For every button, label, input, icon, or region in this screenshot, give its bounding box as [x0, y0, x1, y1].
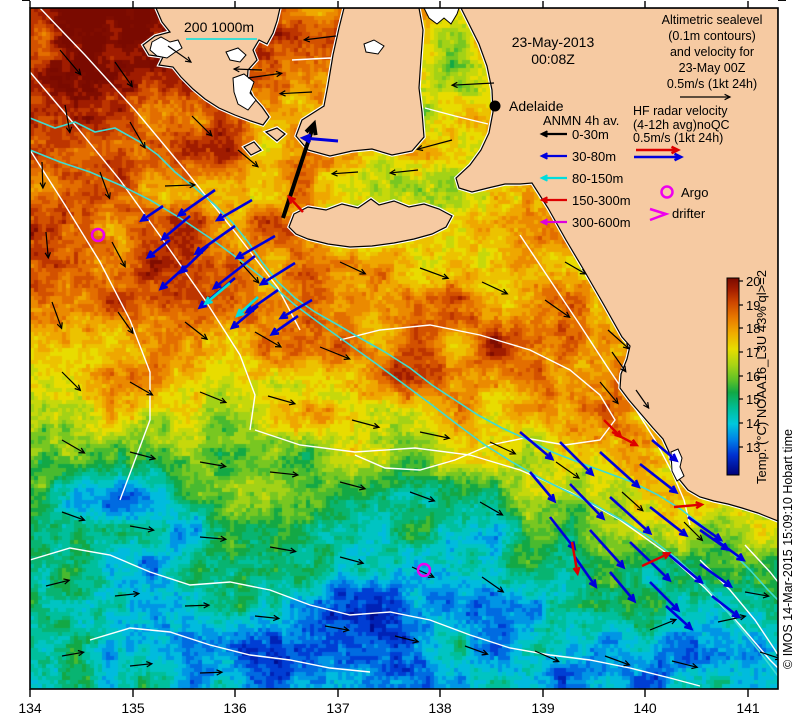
- geostrophic-arrow: [129, 121, 146, 149]
- geostrophic-arrow: [555, 461, 580, 479]
- sealevel-contour-line: [699, 559, 778, 656]
- city-label: Adelaide: [509, 98, 564, 114]
- geostrophic-arrow: [339, 261, 366, 275]
- sealevel-contour-line: [744, 544, 778, 583]
- geostrophic-arrow: [59, 49, 82, 75]
- alt-line-5: 0.5m/s (1kt 24h): [667, 77, 757, 91]
- y-tick-label: -39: [0, 0, 19, 3]
- geostrophic-arrow: [191, 115, 213, 137]
- sealevel-contour-line: [30, 149, 151, 501]
- geostrophic-arrow: [481, 281, 508, 295]
- geostrophic-arrow: [332, 171, 359, 175]
- geostrophic-arrow: [99, 171, 111, 199]
- hf-radar-arrow: [667, 553, 703, 584]
- hf-radar-arrow: [559, 441, 594, 476]
- hf-line-2: (4-12h avg)noQC: [633, 118, 730, 132]
- hf-radar-arrow: [529, 471, 556, 502]
- map-overlay: 200 1000m 23-May-2013 00:08Z Adelaide AN…: [0, 0, 795, 716]
- hf-radar-arrow: [599, 451, 640, 488]
- hf-radar-arrow: [194, 224, 236, 255]
- geostrophic-arrow: [611, 351, 627, 373]
- geostrophic-arrow: [489, 441, 516, 455]
- date-line2: 00:08Z: [531, 51, 575, 67]
- hf-line-1: HF radar velocity: [633, 104, 728, 118]
- geostrophic-arrow: [649, 618, 677, 631]
- hf-radar-arrow: [589, 529, 625, 569]
- x-tick-label: 135: [121, 700, 145, 716]
- hf-radar-arrow: [715, 538, 745, 562]
- geostrophic-arrow: [481, 576, 504, 593]
- hf-radar-arrow: [699, 562, 732, 588]
- hf-radar-arrow: [687, 515, 722, 542]
- anmn-legend-label: 300-600m: [572, 215, 631, 230]
- geostrophic-arrow: [184, 321, 208, 340]
- x-tick-label: 139: [531, 700, 555, 716]
- hf-radar-arrow: [569, 483, 605, 520]
- hf-radar-arrow: [649, 505, 688, 537]
- date-line1: 23-May-2013: [512, 34, 595, 50]
- hf-radar-arrow: [609, 571, 636, 602]
- hf-radar-arrow: [711, 594, 740, 618]
- geostrophic-arrow: [419, 267, 449, 279]
- hf-radar-arrow: [147, 238, 171, 259]
- hf-radar-arrow-deep: [641, 552, 670, 568]
- colorbar-gradient: [726, 277, 740, 476]
- geostrophic-arrow: [247, 72, 282, 79]
- anmn-legend-label: 80-150m: [572, 171, 623, 186]
- sealevel-contour-line: [424, 107, 489, 125]
- geostrophic-arrow: [61, 371, 81, 391]
- geostrophic-arrow: [164, 184, 196, 187]
- geostrophic-arrow: [621, 491, 644, 512]
- anmn-legend-label: 150-300m: [572, 193, 631, 208]
- x-tick-label: 137: [326, 700, 350, 716]
- argo-float-marker: [90, 227, 106, 243]
- x-tick-label: 141: [736, 700, 760, 716]
- sealevel-contour-line: [339, 324, 616, 471]
- x-tick-label: 136: [223, 700, 247, 716]
- anmn-legend-label: 30-80m: [572, 149, 616, 164]
- alt-line-3: and velocity for: [670, 45, 754, 59]
- geostrophic-arrow: [61, 439, 85, 454]
- credit-text: © IMOS 14-Mar-2015 15:09:10 Hobart time: [781, 429, 795, 669]
- alt-line-2: (0.1m contours): [668, 29, 756, 43]
- geostrophic-arrow: [114, 61, 133, 87]
- anmn-legend-label: 0-30m: [572, 127, 609, 142]
- geostrophic-arrow: [111, 241, 126, 268]
- sst-map-figure: 200 1000m 23-May-2013 00:08Z Adelaide AN…: [0, 0, 800, 720]
- x-tick-label: 134: [18, 700, 42, 716]
- geostrophic-arrow: [41, 161, 44, 189]
- hf-radar-arrow: [246, 288, 279, 313]
- hf-radar-arrow: [178, 188, 216, 217]
- drifter-label: drifter: [672, 206, 706, 221]
- geostrophic-arrow: [280, 91, 313, 95]
- geostrophic-arrow: [199, 391, 227, 404]
- mooring-arrow: [288, 196, 304, 213]
- colorbar-label: Temp. (°C) NOAA16_L3U 43% ql>=2: [754, 270, 769, 484]
- hf-radar-arrow: [519, 431, 554, 460]
- geostrophic-arrow: [51, 301, 63, 329]
- nodata-water: [423, 8, 460, 25]
- geostrophic-arrow: [452, 82, 495, 86]
- city-dot-icon: [489, 100, 501, 112]
- x-tick-label: 138: [428, 700, 452, 716]
- scalebar-label: 200 1000m: [184, 19, 254, 35]
- argo-label: Argo: [681, 185, 708, 200]
- geostrophic-arrow: [129, 381, 153, 396]
- sealevel-contour-line: [30, 547, 701, 687]
- hf-line-3: 0.5m/s (1kt 24h): [633, 131, 723, 145]
- x-tick-label: 140: [633, 700, 657, 716]
- geostrophic-arrow: [184, 604, 210, 607]
- geostrophic-arrow: [479, 501, 503, 516]
- hf-radar-arrow: [161, 215, 191, 241]
- anmn-legend-title: ANMN 4h av.: [543, 113, 619, 128]
- hf-radar-arrow: [548, 516, 576, 550]
- alt-line-1: Altimetric sealevel: [662, 13, 763, 27]
- hf-radar-arrow: [159, 265, 187, 290]
- geostrophic-arrow: [199, 671, 223, 674]
- geostrophic-arrow: [319, 346, 350, 360]
- alt-line-4: 23-May 00Z: [679, 61, 746, 75]
- colorbar: 2019181716151413 Temp. (°C) NOAA16_L3U 4…: [726, 270, 769, 484]
- hf-radar-arrow: [216, 198, 253, 222]
- hf-radar-arrow: [649, 581, 680, 612]
